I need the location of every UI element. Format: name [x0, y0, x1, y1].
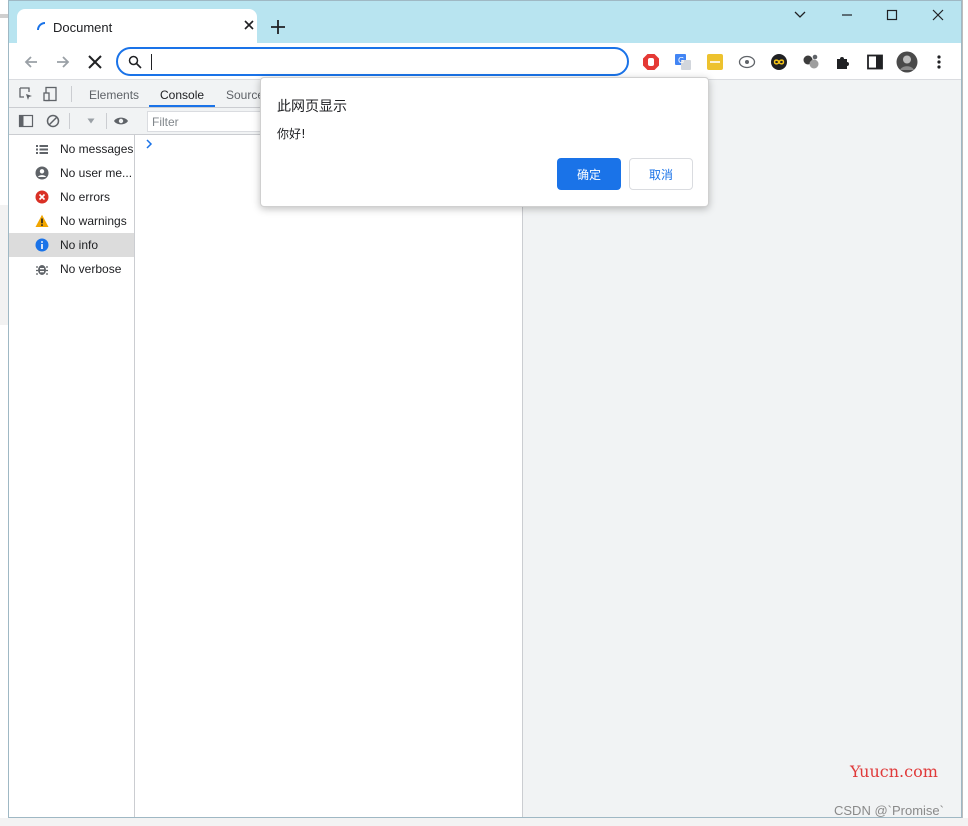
live-expression-eye-icon[interactable]: [113, 113, 129, 129]
text-caret: [151, 54, 152, 70]
plus-icon[interactable]: [268, 17, 288, 37]
cancel-button[interactable]: 取消: [629, 158, 693, 190]
back-arrow-icon[interactable]: [21, 52, 41, 72]
sidebar-item-verbose[interactable]: No verbose: [9, 257, 134, 281]
browser-toolbar: G: [9, 43, 961, 80]
sidebar-item-label: No verbose: [60, 262, 122, 276]
adblock-icon[interactable]: [642, 53, 660, 71]
alert-dialog: 此网页显示 你好! 确定 取消: [260, 77, 709, 207]
toolbar-divider: [106, 113, 107, 129]
sidebar-toggle-icon[interactable]: [18, 113, 34, 129]
sidebar-item-info[interactable]: No info: [9, 233, 134, 257]
sidepanel-icon[interactable]: [866, 53, 884, 71]
dialog-message: 你好!: [277, 127, 306, 141]
bug-icon: [36, 265, 48, 275]
tab-title: Document: [53, 20, 113, 35]
stop-loading-icon[interactable]: [85, 52, 105, 72]
console-prompt-chevron-icon[interactable]: [144, 138, 154, 150]
more-vert-icon[interactable]: [930, 53, 948, 71]
warning-icon: [35, 214, 49, 227]
chevron-down-icon[interactable]: [790, 7, 810, 23]
search-icon: [128, 55, 142, 69]
sidebar-item-label: No user me...: [60, 166, 133, 180]
filter-input[interactable]: [147, 111, 267, 132]
dialog-title: 此网页显示: [277, 99, 347, 115]
sidebar-item-messages[interactable]: No messages: [9, 137, 134, 161]
ok-button[interactable]: 确定: [557, 158, 621, 190]
loading-favicon-icon: [37, 22, 46, 31]
info-icon: [35, 238, 49, 252]
close-icon[interactable]: [928, 7, 948, 23]
forward-arrow-icon[interactable]: [53, 52, 73, 72]
address-bar[interactable]: [116, 47, 629, 76]
tab-console[interactable]: Console: [160, 88, 204, 102]
tab-document[interactable]: Document: [17, 9, 257, 43]
sidebar-item-user-messages[interactable]: No user me...: [9, 161, 134, 185]
sidebar-item-label: No info: [60, 238, 99, 252]
sidebar-item-errors[interactable]: No errors: [9, 185, 134, 209]
svg-text:G: G: [678, 56, 684, 65]
active-tab-indicator: [149, 105, 215, 107]
avatar[interactable]: [896, 51, 918, 73]
minimize-icon[interactable]: [837, 7, 857, 23]
site-watermark: Yuucn.com: [850, 762, 938, 781]
error-icon: [35, 190, 49, 204]
context-dropdown-icon[interactable]: [83, 113, 99, 129]
sidebar-item-label: No messages: [60, 142, 134, 156]
author-watermark: CSDN @`Promise`: [834, 803, 944, 818]
sidebar-item-warnings[interactable]: No warnings: [9, 209, 134, 233]
browser-window: Document G Elements Console Source Filte…: [8, 0, 962, 818]
background-page-right: [962, 0, 968, 826]
inspect-element-icon[interactable]: [18, 86, 34, 102]
sidebar-item-label: No warnings: [60, 214, 127, 228]
background-page-left: [0, 0, 8, 826]
device-toolbar-icon[interactable]: [43, 86, 59, 102]
list-icon: [36, 145, 48, 154]
2048-icon[interactable]: [706, 53, 724, 71]
translate-icon[interactable]: G: [674, 53, 692, 71]
user-icon: [35, 166, 49, 180]
maximize-icon[interactable]: [882, 7, 902, 23]
toolbar-divider: [69, 113, 70, 129]
console-sidebar: No messages No user me... No errors No w…: [9, 135, 135, 817]
background-page-bottom: [0, 818, 968, 826]
address-input[interactable]: [150, 52, 610, 71]
sidebar-item-label: No errors: [60, 190, 111, 204]
tab-sources[interactable]: Source: [226, 88, 264, 102]
puzzle-icon[interactable]: [834, 53, 852, 71]
toolbar-divider: [71, 86, 72, 102]
tab-close-icon[interactable]: [241, 17, 257, 33]
title-bar: Document: [9, 1, 961, 43]
infinity-icon[interactable]: [770, 53, 788, 71]
tab-elements[interactable]: Elements: [89, 88, 139, 102]
molecule-icon[interactable]: [802, 53, 820, 71]
eye-icon[interactable]: [738, 53, 756, 71]
clear-console-icon[interactable]: [45, 113, 61, 129]
